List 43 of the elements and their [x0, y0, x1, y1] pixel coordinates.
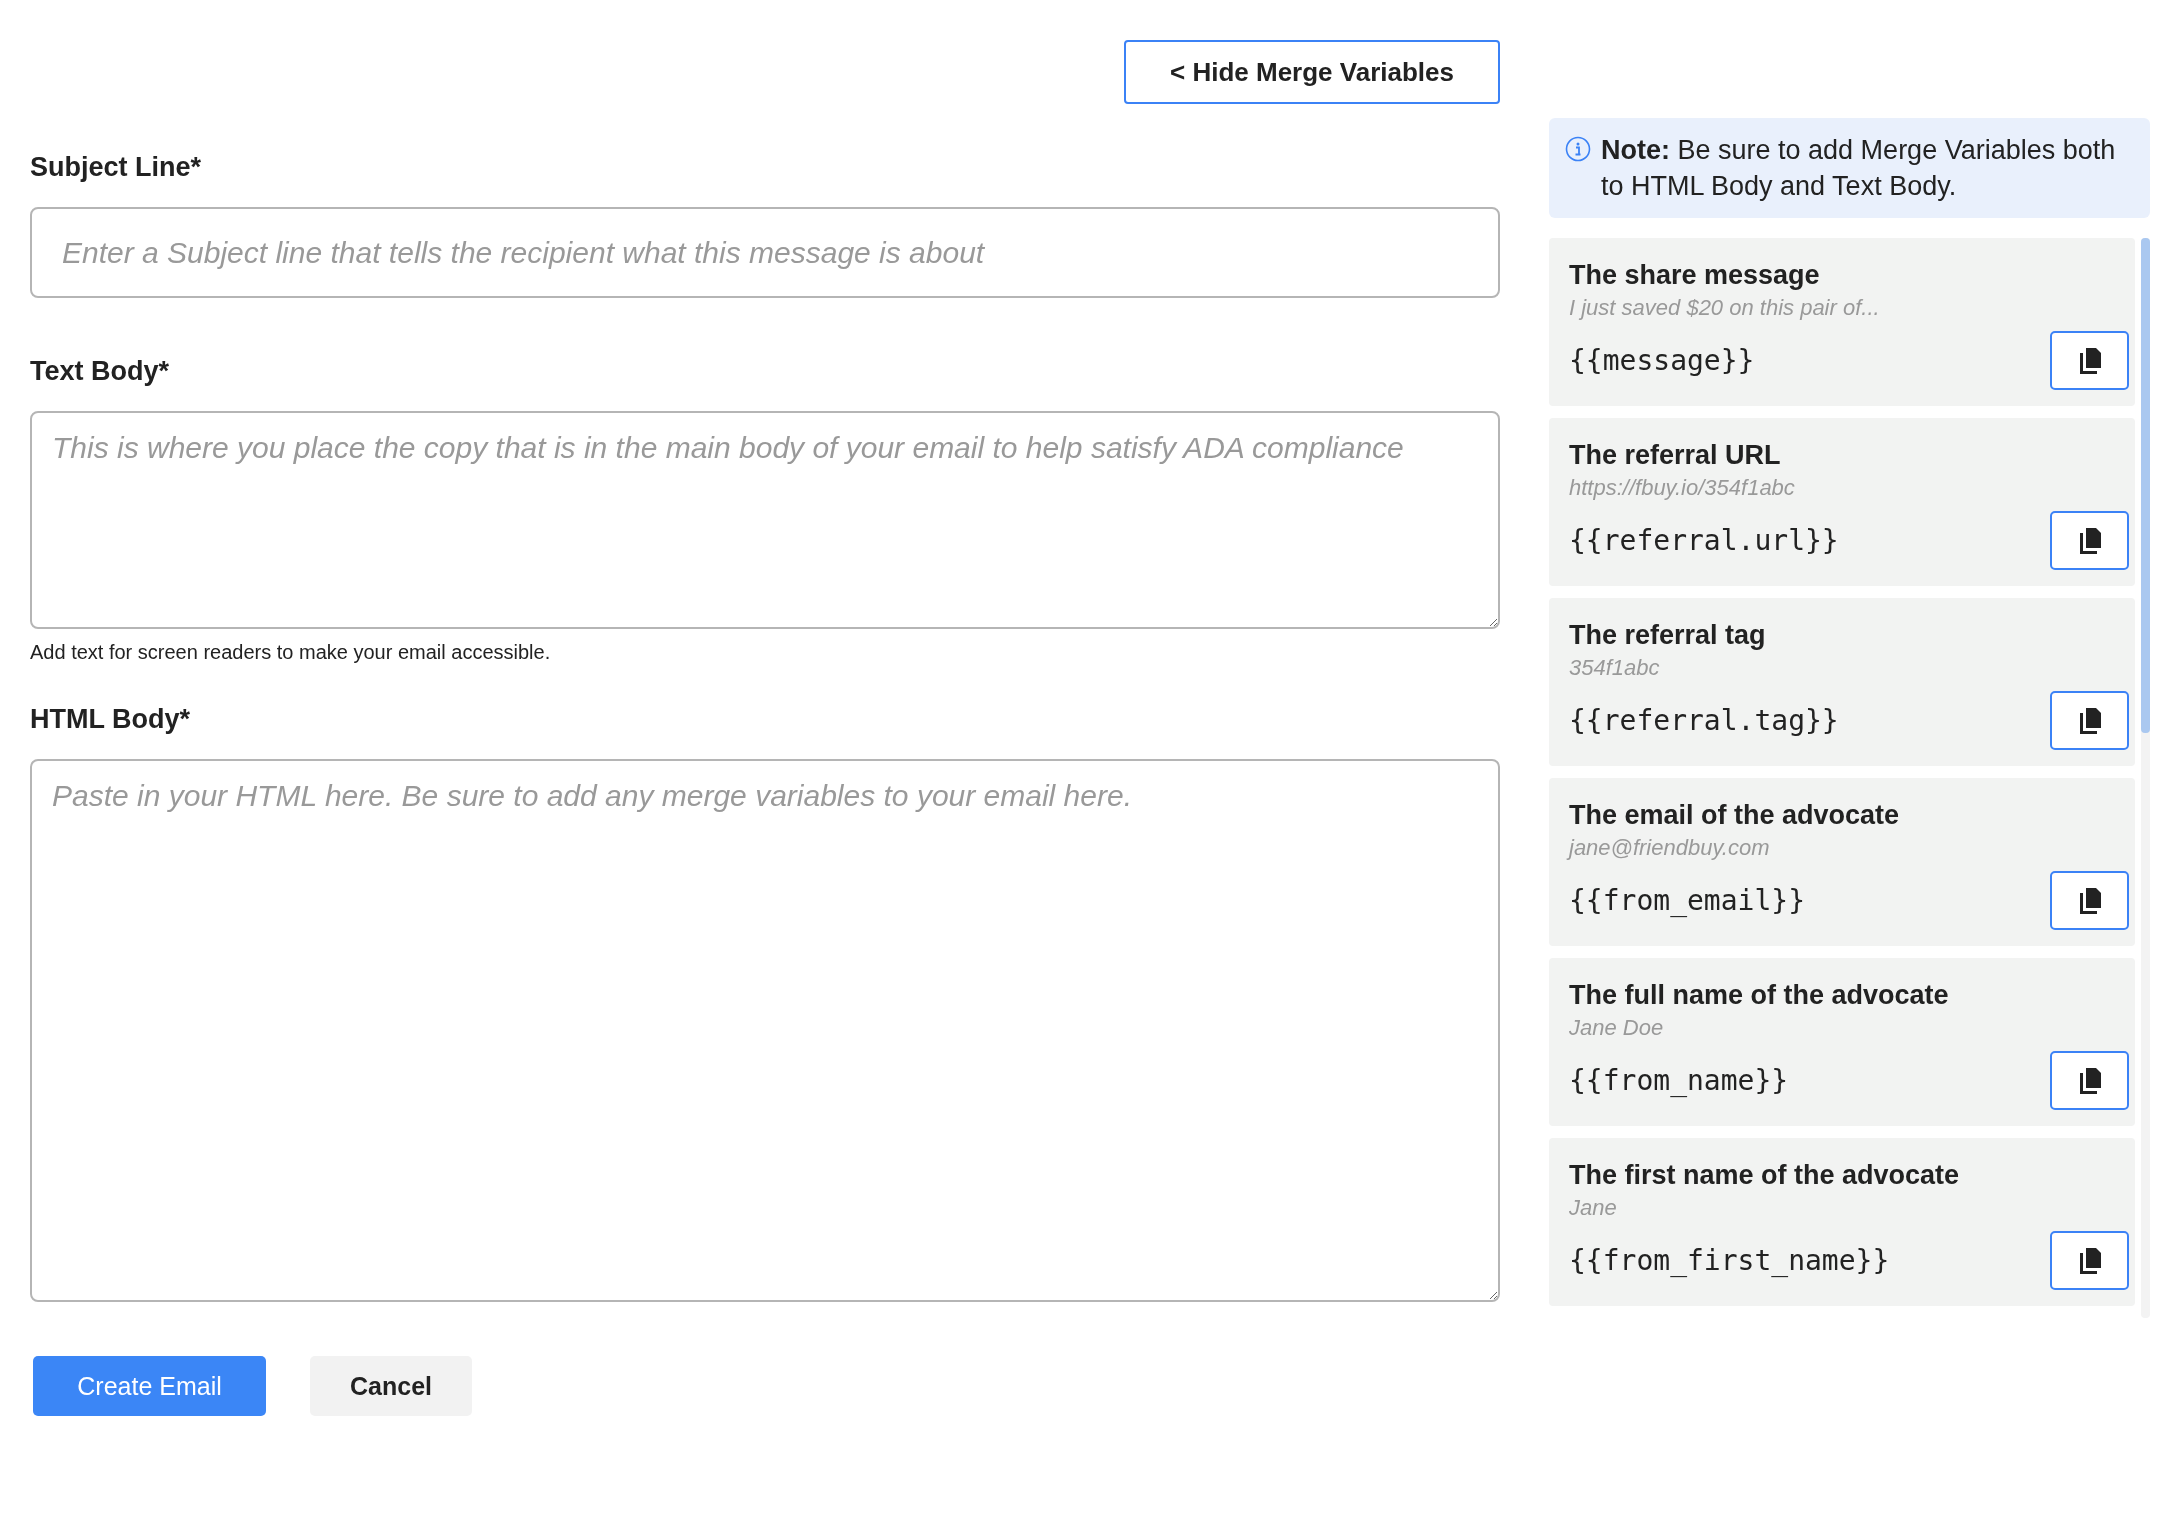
variable-title: The share message — [1569, 260, 1821, 291]
subject-input[interactable]: Enter a Subject line that tells the recipient what this message is about — [30, 207, 1500, 298]
scrollbar-thumb[interactable] — [2141, 238, 2150, 733]
help-text: Add text for screen readers to make your email accessible. — [30, 641, 552, 664]
variable-token: {{referral.url}} — [1569, 524, 1839, 557]
copy-button[interactable] — [2050, 871, 2129, 930]
variable-title: The referral URL — [1569, 440, 1782, 471]
note-text: Note: Be sure to add Merge Variables both to HTML Body and Text Body. — [1601, 134, 2117, 203]
field-label: Text Body* — [30, 356, 171, 387]
variable-token: {{message}} — [1569, 344, 1755, 377]
variable-token: {{from_email}} — [1569, 884, 1805, 917]
info-icon — [1565, 136, 1591, 162]
variable-title: The first name of the advocate — [1569, 1160, 1961, 1191]
text-body-textarea[interactable]: This is where you place the copy that is in the main body of your email to help satisfy ADA compliance — [30, 411, 1500, 629]
variable-title: The email of the advocate — [1569, 800, 1901, 831]
field-label: Subject Line* — [30, 152, 203, 183]
copy-icon — [2078, 527, 2101, 554]
copy-button[interactable] — [2050, 1231, 2129, 1290]
hide-merge-variables-button[interactable]: < Hide Merge Variables — [1124, 40, 1500, 104]
variable-example: I just saved $20 on this pair of... — [1569, 295, 1881, 321]
variable-example: 354f1abc — [1569, 655, 1661, 681]
variable-example: Jane Doe — [1569, 1015, 1665, 1041]
copy-icon — [2078, 887, 2101, 914]
variable-title: The referral tag — [1569, 620, 1767, 651]
copy-button[interactable] — [2050, 691, 2129, 750]
copy-icon — [2078, 347, 2101, 374]
copy-icon — [2078, 707, 2101, 734]
scrollbar[interactable] — [2141, 238, 2150, 1318]
variable-token: {{referral.tag}} — [1569, 704, 1839, 737]
variable-example: https://fbuy.io/354f1abc — [1569, 475, 1796, 501]
html-body-textarea[interactable]: Paste in your HTML here. Be sure to add any merge variables to your email here. — [30, 759, 1500, 1302]
copy-button[interactable] — [2050, 511, 2129, 570]
field-label: HTML Body* — [30, 704, 191, 735]
copy-button[interactable] — [2050, 1051, 2129, 1110]
variable-example: Jane — [1569, 1195, 1618, 1221]
copy-button[interactable] — [2050, 331, 2129, 390]
variable-token: {{from_name}} — [1569, 1064, 1789, 1097]
copy-icon — [2078, 1067, 2101, 1094]
variable-title: The full name of the advocate — [1569, 980, 1950, 1011]
copy-icon — [2078, 1247, 2101, 1274]
variable-token: {{from_first_name}} — [1569, 1244, 1890, 1277]
cancel-button[interactable]: Cancel — [310, 1356, 472, 1416]
create-email-button[interactable]: Create Email — [33, 1356, 266, 1416]
